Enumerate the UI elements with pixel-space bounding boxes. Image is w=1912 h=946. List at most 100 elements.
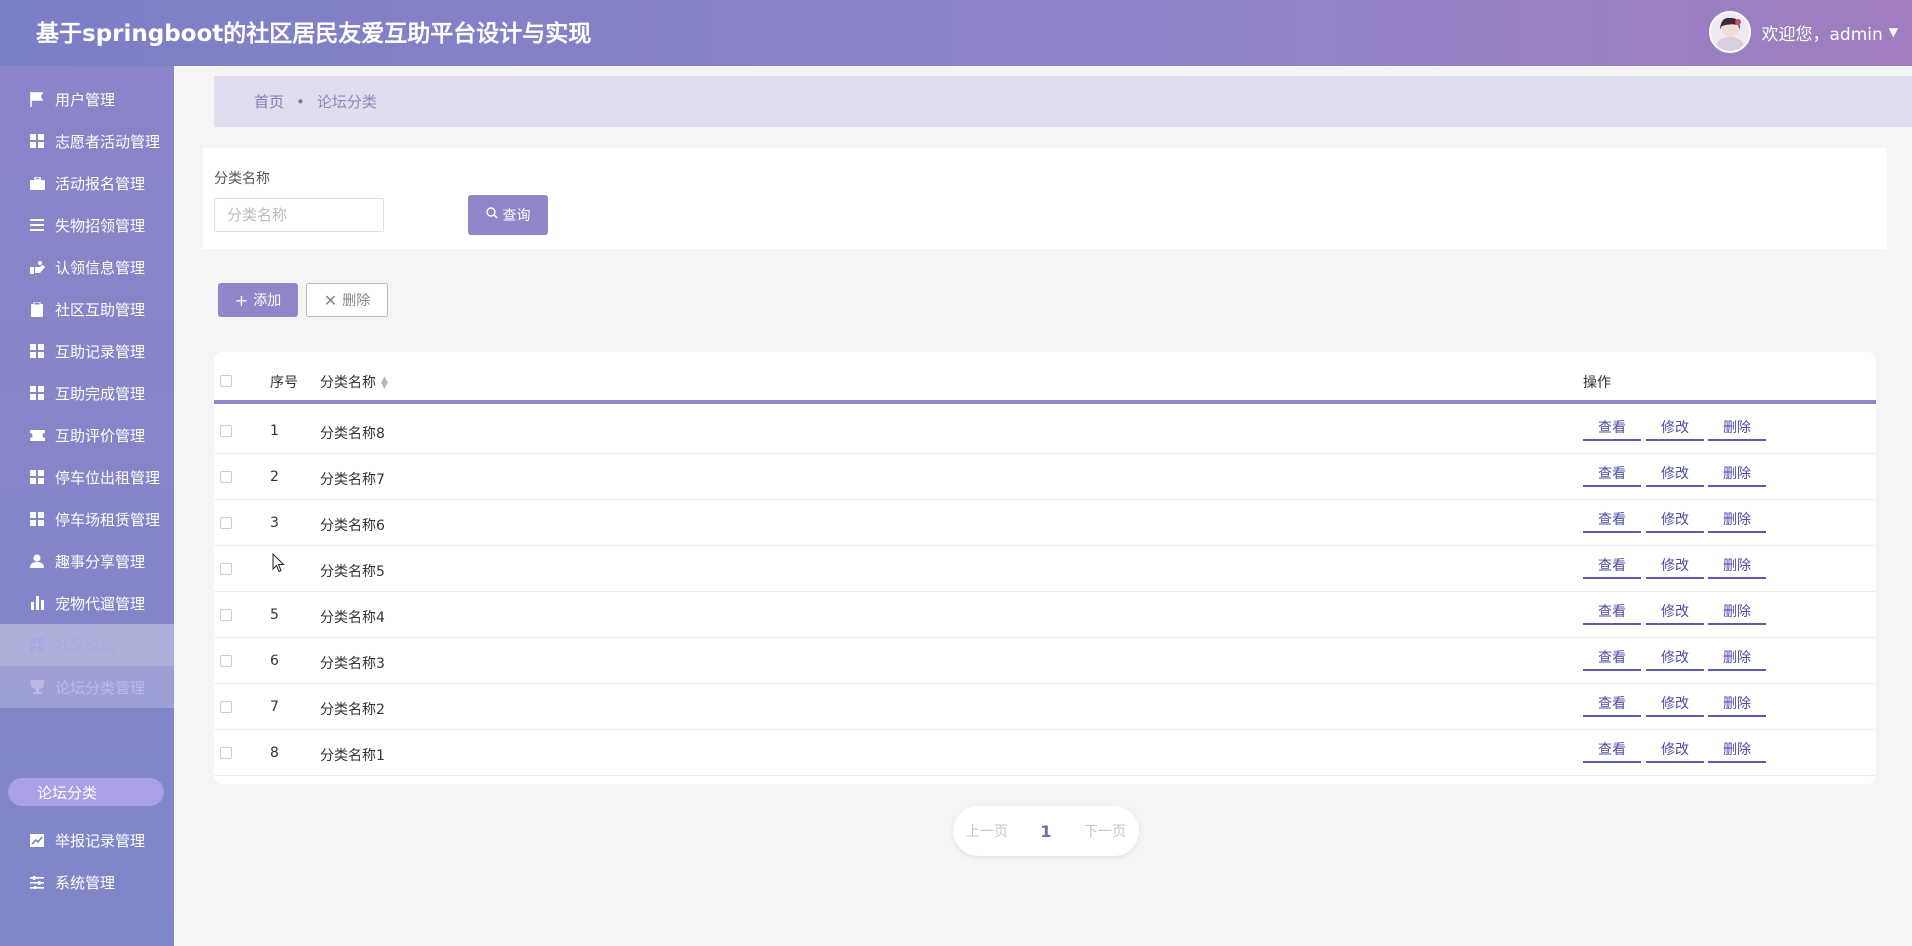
edit-button[interactable]: 修改 (1646, 555, 1704, 579)
grid-icon (29, 637, 45, 653)
sidebar-item-label: 认领信息管理 (55, 258, 146, 277)
current-page-number[interactable]: 1 (1040, 822, 1051, 841)
sidebar-item-user-management[interactable]: 用户管理 (0, 78, 174, 120)
avatar[interactable] (1709, 11, 1752, 53)
sidebar-item-label: 失物招领管理 (55, 216, 146, 235)
cup-icon (29, 679, 45, 695)
row-name: 分类名称3 (320, 656, 385, 672)
sidebar-item-claim-info[interactable]: 认领信息管理 (0, 246, 174, 288)
sidebar-item-parking-lease[interactable]: 停车场租赁管理 (0, 498, 174, 540)
sidebar-item-forum-category[interactable]: 论坛分类管理 (0, 666, 174, 708)
sidebar-item-label: 互助记录管理 (55, 342, 146, 361)
grid-icon (29, 385, 45, 401)
row-checkbox[interactable] (220, 655, 232, 667)
delete-button[interactable]: 删除 (1708, 555, 1766, 579)
delete-button[interactable]: 删除 (1708, 739, 1766, 763)
sidebar-item-system-management[interactable]: 系统管理 (0, 861, 174, 903)
briefcase-icon (29, 175, 45, 191)
edit-button[interactable]: 修改 (1646, 739, 1704, 763)
edit-button[interactable]: 修改 (1646, 509, 1704, 533)
row-index: 1 (270, 423, 279, 439)
sidebar-item-community-help[interactable]: 社区互助管理 (0, 288, 174, 330)
sidebar-item-help-records[interactable]: 互助记录管理 (0, 330, 174, 372)
sidebar-item-label: 用户管理 (55, 90, 116, 109)
sidebar-subitem-label: 论坛分类 (37, 783, 98, 802)
table-row: 2 分类名称7 查看 修改 删除 (214, 454, 1876, 500)
ticket-icon (29, 427, 45, 443)
search-icon (485, 207, 498, 223)
view-button[interactable]: 查看 (1583, 509, 1641, 533)
view-button[interactable]: 查看 (1583, 647, 1641, 671)
row-checkbox[interactable] (220, 701, 232, 713)
delete-button[interactable]: 删除 (1708, 417, 1766, 441)
next-page-button[interactable]: 下一页 (1084, 821, 1126, 841)
table-row: 8 分类名称1 查看 修改 删除 (214, 730, 1876, 776)
delete-button[interactable]: 删除 (1708, 463, 1766, 487)
row-checkbox[interactable] (220, 471, 232, 483)
sidebar-item-parking-rent[interactable]: 停车位出租管理 (0, 456, 174, 498)
add-button[interactable]: + 添加 (218, 283, 298, 317)
row-checkbox[interactable] (220, 563, 232, 575)
table-row: 1 分类名称8 查看 修改 删除 (214, 408, 1876, 454)
sidebar-item-label: 互助评价管理 (55, 426, 146, 445)
query-button[interactable]: 查询 (468, 195, 548, 235)
batch-delete-button-label: 删除 (342, 293, 371, 309)
row-checkbox[interactable] (220, 425, 232, 437)
batch-delete-button[interactable]: ✕ 删除 (306, 283, 388, 317)
view-button[interactable]: 查看 (1583, 463, 1641, 487)
sidebar-item-report-records[interactable]: 举报记录管理 (0, 819, 174, 861)
sort-icon[interactable]: ▲ ▼ (381, 376, 388, 391)
row-name: 分类名称6 (320, 518, 385, 534)
prev-page-button[interactable]: 上一页 (966, 821, 1008, 841)
column-header-name[interactable]: 分类名称 ▲ ▼ (320, 372, 388, 392)
row-index: 2 (270, 469, 279, 485)
edit-button[interactable]: 修改 (1646, 693, 1704, 717)
sidebar-item-label: 活动报名管理 (55, 174, 146, 193)
sidebar-item-label: 论坛分类管理 (55, 678, 146, 697)
sidebar-item-pet-walking[interactable]: 宠物代遛管理 (0, 582, 174, 624)
table-row: 5 分类名称4 查看 修改 删除 (214, 592, 1876, 638)
row-name: 分类名称8 (320, 426, 385, 442)
welcome-text: 欢迎您，admin (1761, 24, 1883, 45)
select-all-checkbox[interactable] (220, 375, 232, 387)
breadcrumb-current: 论坛分类 (316, 93, 377, 111)
sidebar: 用户管理 志愿者活动管理 活动报名管理 失物招领管理 认领信息管理 社区互助管理… (0, 66, 174, 946)
edit-button[interactable]: 修改 (1646, 417, 1704, 441)
sidebar-item-help-complete[interactable]: 互助完成管理 (0, 372, 174, 414)
sidebar-item-community-forum[interactable]: 社区论坛 (0, 624, 174, 666)
row-index: 8 (270, 745, 279, 761)
grid-icon (29, 133, 45, 149)
view-button[interactable]: 查看 (1583, 693, 1641, 717)
sidebar-item-help-review[interactable]: 互助评价管理 (0, 414, 174, 456)
sidebar-subitem-forum-category[interactable]: 论坛分类 (8, 778, 164, 806)
table-row: 7 分类名称2 查看 修改 删除 (214, 684, 1876, 730)
sidebar-item-fun-sharing[interactable]: 趣事分享管理 (0, 540, 174, 582)
grid-icon (29, 469, 45, 485)
row-checkbox[interactable] (220, 747, 232, 759)
user-menu[interactable]: 欢迎您，admin ▼ (1709, 10, 1898, 54)
breadcrumb-home[interactable]: 首页 (254, 91, 284, 112)
view-button[interactable]: 查看 (1583, 555, 1641, 579)
flag-icon (29, 91, 45, 107)
row-checkbox[interactable] (220, 609, 232, 621)
sidebar-item-label: 系统管理 (55, 873, 116, 892)
edit-button[interactable]: 修改 (1646, 647, 1704, 671)
view-button[interactable]: 查看 (1583, 739, 1641, 763)
delete-button[interactable]: 删除 (1708, 693, 1766, 717)
trend-icon (29, 832, 45, 848)
sidebar-item-lost-found[interactable]: 失物招领管理 (0, 204, 174, 246)
view-button[interactable]: 查看 (1583, 601, 1641, 625)
edit-button[interactable]: 修改 (1646, 601, 1704, 625)
delete-button[interactable]: 删除 (1708, 509, 1766, 533)
row-index: 5 (270, 607, 279, 623)
edit-button[interactable]: 修改 (1646, 463, 1704, 487)
row-checkbox[interactable] (220, 517, 232, 529)
view-button[interactable]: 查看 (1583, 417, 1641, 441)
sidebar-item-activity-signup[interactable]: 活动报名管理 (0, 162, 174, 204)
table-row: 3 分类名称6 查看 修改 删除 (214, 500, 1876, 546)
delete-button[interactable]: 删除 (1708, 647, 1766, 671)
delete-button[interactable]: 删除 (1708, 601, 1766, 625)
category-name-input[interactable] (214, 198, 384, 232)
sidebar-item-volunteer-activity[interactable]: 志愿者活动管理 (0, 120, 174, 162)
chevron-down-icon[interactable]: ▼ (1889, 25, 1898, 39)
